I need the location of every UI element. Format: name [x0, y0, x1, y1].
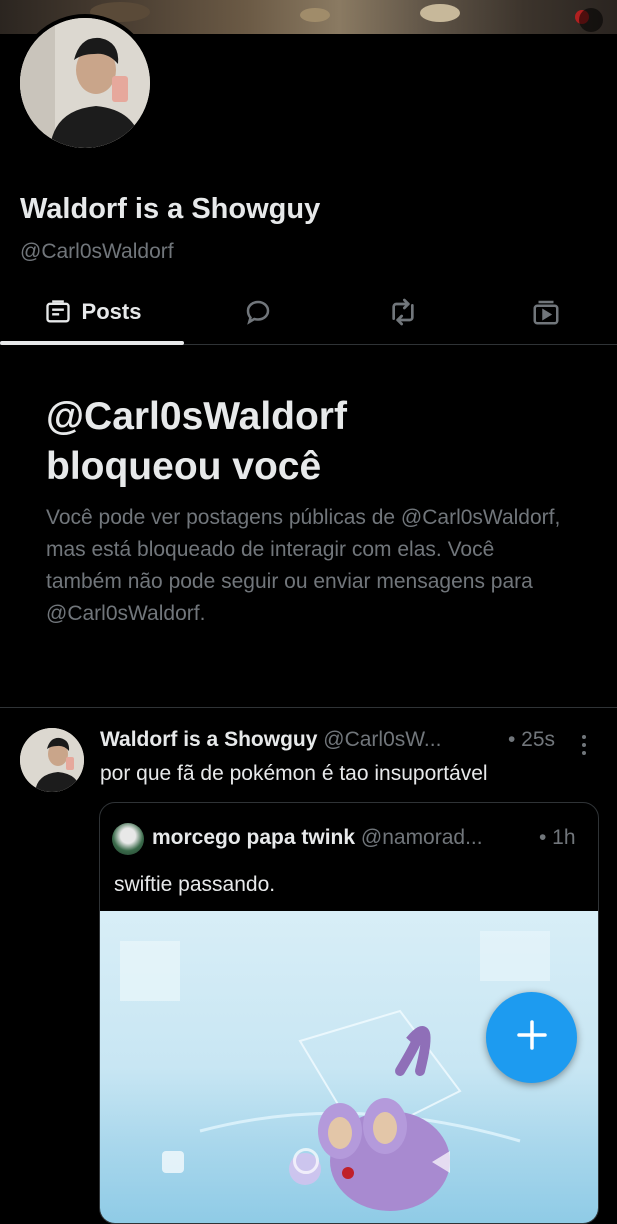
quote-author-handle: @namorad... [360, 826, 483, 849]
post-author-avatar[interactable] [20, 728, 84, 792]
divider [0, 707, 617, 708]
profile-handle: @Carl0sWaldorf [20, 240, 174, 263]
active-tab-indicator [0, 341, 184, 345]
post-author-handle[interactable]: @Carl0sW... [323, 728, 441, 751]
plus-icon [515, 1018, 549, 1057]
quote-text: swiftie passando. [114, 873, 276, 896]
quote-timestamp: • 1h [539, 826, 576, 849]
blocked-notice-title: @Carl0sWaldorf bloqueou você [46, 392, 586, 492]
tab-replies[interactable] [185, 280, 330, 344]
quote-author-avatar [112, 823, 144, 855]
posts-icon [44, 298, 72, 326]
post-timestamp[interactable]: • 25s [508, 728, 555, 752]
post-author-name[interactable]: Waldorf is a Showguy [100, 728, 317, 751]
quote-author-name: morcego papa twink [152, 826, 356, 849]
blocked-title-line1: @Carl0sWaldorf [46, 395, 347, 438]
blocked-title-line2: bloqueou você [46, 445, 322, 488]
profile-display-name: Waldorf is a Showguy [20, 193, 321, 225]
nav-square-icon[interactable] [162, 1151, 184, 1173]
avatar[interactable] [16, 14, 154, 152]
replies-icon [243, 297, 273, 327]
profile-tabs: Posts [0, 280, 617, 345]
post-header: Waldorf is a Showguy @Carl0sW... • 25s [100, 728, 590, 758]
tab-media[interactable] [475, 280, 617, 344]
quote-header: morcego papa twink @namorad... • 1h [152, 826, 576, 850]
tab-reposts[interactable] [330, 280, 475, 344]
media-icon [531, 297, 561, 327]
post-more-icon[interactable] [570, 734, 598, 762]
nav-back-icon[interactable] [430, 1149, 452, 1175]
tab-posts-label: Posts [81, 299, 142, 324]
post-text: por que fã de pokémon é tao insuportável [100, 762, 488, 785]
blocked-notice-message: Você pode ver postagens públicas de @Car… [46, 506, 561, 625]
repost-icon [387, 296, 419, 328]
tab-posts[interactable]: Posts [0, 280, 185, 344]
more-options-icon[interactable] [579, 8, 603, 32]
compose-button[interactable] [486, 992, 577, 1083]
nav-home-icon[interactable] [293, 1148, 319, 1174]
